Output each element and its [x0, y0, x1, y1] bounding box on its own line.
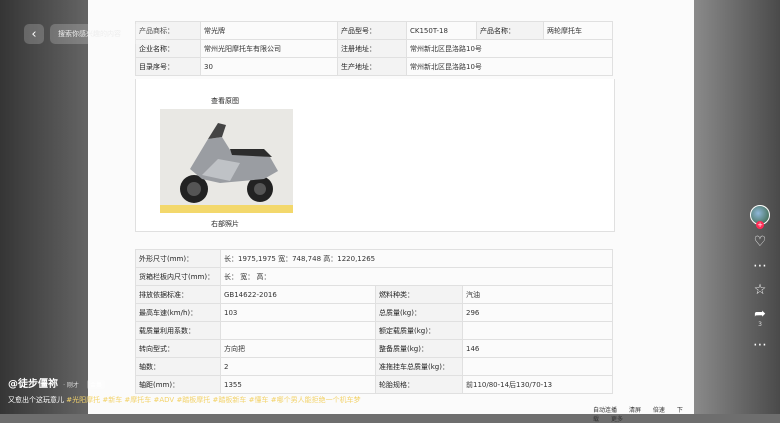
- hashtag-list[interactable]: #光阳摩托 #新车 #摩托车 #ADV #踏板摩托 #踏板新车 #懂车 #哪个男…: [66, 396, 360, 404]
- cell-value: 两轮摩托车: [543, 21, 613, 40]
- control-more[interactable]: 更多: [611, 416, 623, 423]
- cell-label: 产品型号：: [337, 21, 407, 40]
- back-button[interactable]: ‹: [24, 24, 44, 44]
- document-page: 产品商标： 常光牌 产品型号： CK150T-18 产品名称： 两轮摩托车 企业…: [88, 0, 694, 423]
- cell-value: 常光牌: [200, 21, 338, 40]
- cell-value: 常州新北区昆洛路10号: [406, 57, 613, 76]
- description-text: 又愈出个这玩意儿: [8, 396, 64, 404]
- cell-value: [220, 321, 376, 340]
- cell-label: 产品名称：: [476, 21, 544, 40]
- cell-label: 外形尺寸(mm)：: [135, 249, 221, 268]
- cell-label: 货箱栏板内尺寸(mm)：: [135, 267, 221, 286]
- cell-label: 燃料种类：: [375, 285, 463, 304]
- video-info: @徒步僵祢 · 刚才 合集 又愈出个这玩意儿 #光阳摩托 #新车 #摩托车 #A…: [8, 372, 361, 405]
- cell-value: 前110/80-14后130/70-13: [462, 375, 613, 394]
- collection-tag[interactable]: 合集: [87, 380, 106, 389]
- share-icon[interactable]: ➦: [745, 307, 775, 321]
- photo-panel: 查看原图 右部照片: [135, 79, 615, 232]
- table-row: 最高车速(km/h)： 103 总质量(kg)： 296: [135, 303, 613, 322]
- like-icon[interactable]: ♡: [745, 235, 775, 249]
- cell-value: CK150T-18: [406, 21, 477, 40]
- photo-caption: 右部照片: [211, 220, 239, 228]
- search-input[interactable]: 搜索你感兴趣的内容: [50, 24, 166, 44]
- player-controls: 自动连播 清屏 倍速 下载 更多: [593, 405, 694, 423]
- action-rail: + ♡ ⋯ ☆ ➦ 3 ⋯: [745, 205, 775, 352]
- cell-label: 注册地址：: [337, 39, 407, 58]
- cell-label: 总质量(kg)：: [375, 303, 463, 322]
- table-row: 外形尺寸(mm)： 长：1975,1975 宽：748,748 高：1220,1…: [135, 249, 613, 268]
- cell-value: GB14622-2016: [220, 285, 376, 304]
- cell-value: 146: [462, 339, 613, 358]
- control-speed[interactable]: 倍速: [653, 407, 665, 414]
- table-row: 载质量利用系数： 额定载质量(kg)：: [135, 321, 613, 340]
- cell-value: 方向把: [220, 339, 376, 358]
- video-frame[interactable]: 产品商标： 常光牌 产品型号： CK150T-18 产品名称： 两轮摩托车 企业…: [0, 0, 780, 423]
- avatar[interactable]: +: [750, 205, 770, 229]
- cell-value: 103: [220, 303, 376, 322]
- table-row: 企业名称： 常州光阳摩托车有限公司 注册地址： 常州新北区昆洛路10号: [135, 39, 613, 58]
- author-name[interactable]: @徒步僵祢: [8, 379, 58, 390]
- table-row: 转向型式： 方向把 整备质量(kg)： 146: [135, 339, 613, 358]
- cell-value: 汽油: [462, 285, 613, 304]
- view-original-link[interactable]: 查看原图: [211, 96, 239, 106]
- video-description: 又愈出个这玩意儿 #光阳摩托 #新车 #摩托车 #ADV #踏板摩托 #踏板新车…: [8, 395, 361, 405]
- cell-value: 296: [462, 303, 613, 322]
- control-clear[interactable]: 清屏: [629, 407, 641, 414]
- table-row: 排放依据标准： GB14622-2016 燃料种类： 汽油: [135, 285, 613, 304]
- cell-label: 最高车速(km/h)：: [135, 303, 221, 322]
- cell-value: 长： 宽： 高：: [220, 267, 613, 286]
- more-icon[interactable]: ⋯: [745, 338, 775, 352]
- cell-value: 30: [200, 57, 338, 76]
- cell-label: 准拖挂车总质量(kg)：: [375, 357, 463, 376]
- cell-value: 长：1975,1975 宽：748,748 高：1220,1265: [220, 249, 613, 268]
- cell-label: 额定载质量(kg)：: [375, 321, 463, 340]
- back-icon: ‹: [31, 26, 37, 42]
- cell-value: [462, 357, 613, 376]
- motorcycle-photo: [160, 109, 293, 213]
- cell-label: 生产地址：: [337, 57, 407, 76]
- cell-label: 整备质量(kg)：: [375, 339, 463, 358]
- table-row: 货箱栏板内尺寸(mm)： 长： 宽： 高：: [135, 267, 613, 286]
- cell-label: 转向型式：: [135, 339, 221, 358]
- star-icon[interactable]: ☆: [745, 283, 775, 297]
- left-shade: [0, 0, 88, 414]
- post-time: · 刚才: [63, 382, 79, 389]
- comment-icon[interactable]: ⋯: [745, 259, 775, 273]
- cell-label: 目录序号：: [135, 57, 201, 76]
- product-info-table: 产品商标： 常光牌 产品型号： CK150T-18 产品名称： 两轮摩托车 企业…: [135, 21, 613, 76]
- cell-label: 轮胎规格：: [375, 375, 463, 394]
- cell-label: 载质量利用系数：: [135, 321, 221, 340]
- cell-label: 排放依据标准：: [135, 285, 221, 304]
- cell-value: 常州新北区昆洛路10号: [406, 39, 613, 58]
- table-row: 产品商标： 常光牌 产品型号： CK150T-18 产品名称： 两轮摩托车: [135, 21, 613, 40]
- follow-plus-icon[interactable]: +: [756, 221, 764, 229]
- cell-value: 常州光阳摩托车有限公司: [200, 39, 338, 58]
- control-autoplay[interactable]: 自动连播: [593, 407, 617, 414]
- table-row: 目录序号： 30 生产地址： 常州新北区昆洛路10号: [135, 57, 613, 76]
- cell-value: [462, 321, 613, 340]
- share-count: 3: [758, 321, 762, 328]
